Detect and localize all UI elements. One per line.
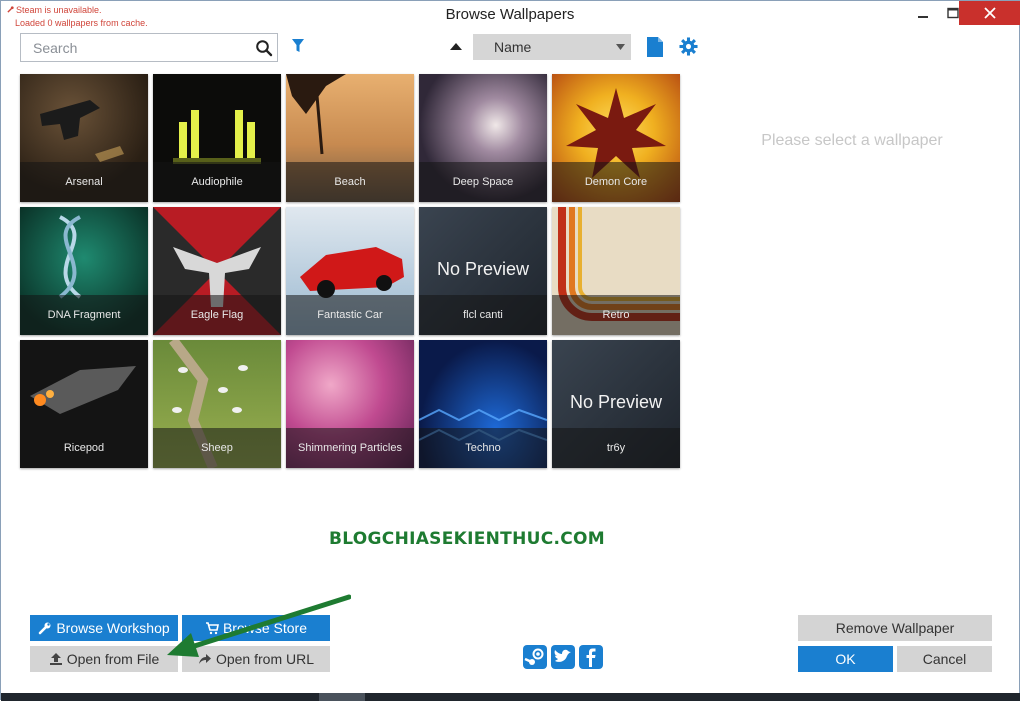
- wallpaper-tile-eagle-flag[interactable]: Eagle Flag: [153, 207, 281, 335]
- wallpaper-title: Deep Space: [419, 162, 547, 202]
- window-title: Browse Wallpapers: [445, 6, 575, 23]
- wallpaper-title: Eagle Flag: [153, 295, 281, 335]
- wallpaper-title: Fantastic Car: [286, 295, 414, 335]
- sort-ascending-icon[interactable]: [449, 41, 463, 51]
- wallpaper-tile-sheep[interactable]: Sheep: [153, 340, 281, 468]
- wrench-icon: [39, 622, 51, 635]
- gear-icon[interactable]: [679, 37, 698, 56]
- browse-store-button[interactable]: Browse Store: [182, 615, 330, 641]
- wallpaper-tile-demon-core[interactable]: Demon Core: [552, 74, 680, 202]
- open-from-file-label: Open from File: [66, 651, 160, 667]
- wallpaper-title: tr6y: [552, 428, 680, 468]
- wallpaper-title: Shimmering Particles: [286, 428, 414, 468]
- chevron-down-icon: [616, 44, 625, 50]
- facebook-icon[interactable]: [579, 645, 603, 669]
- search-box: [20, 33, 278, 62]
- wallpaper-title: Techno: [419, 428, 547, 468]
- wallpaper-tile-flcl-canti[interactable]: No Preview flcl canti: [419, 207, 547, 335]
- wallpaper-tile-tr6y[interactable]: No Preview tr6y: [552, 340, 680, 468]
- wallpaper-tile-beach[interactable]: Beach: [286, 74, 414, 202]
- wallpaper-tile-techno[interactable]: Techno: [419, 340, 547, 468]
- wallpaper-tile-dna-fragment[interactable]: DNA Fragment: [20, 207, 148, 335]
- browse-workshop-label: Browse Workshop: [56, 620, 170, 636]
- wallpaper-title: flcl canti: [419, 295, 547, 335]
- wallpaper-title: Beach: [286, 162, 414, 202]
- open-from-url-label: Open from URL: [215, 651, 315, 667]
- sort-select-value: Name: [494, 39, 532, 55]
- remove-wallpaper-button[interactable]: Remove Wallpaper: [798, 615, 992, 641]
- upload-icon: [49, 653, 62, 665]
- sort-select[interactable]: Name: [473, 34, 631, 60]
- browse-wallpapers-window: Steam is unavailable. Loaded 0 wallpaper…: [0, 0, 1020, 701]
- minimize-icon: [918, 16, 928, 18]
- wallpaper-tile-arsenal[interactable]: Arsenal: [20, 74, 148, 202]
- twitter-icon[interactable]: [551, 645, 575, 669]
- wallpaper-tile-ricepod[interactable]: Ricepod: [20, 340, 148, 468]
- cancel-button[interactable]: Cancel: [897, 646, 992, 672]
- steam-icon[interactable]: [523, 645, 547, 669]
- wallpaper-grid: Arsenal Audiophile Beach Deep Space Demo…: [20, 74, 684, 470]
- filter-icon[interactable]: [291, 38, 305, 54]
- open-from-url-button[interactable]: Open from URL: [182, 646, 330, 672]
- wallpaper-tile-deep-space[interactable]: Deep Space: [419, 74, 547, 202]
- wallpaper-title: Audiophile: [153, 162, 281, 202]
- browse-workshop-button[interactable]: Browse Workshop: [30, 615, 178, 641]
- maximize-icon: [947, 7, 959, 19]
- social-links: [523, 645, 605, 671]
- watermark-text: BLOGCHIASEKIENTHUC.COM: [329, 529, 605, 549]
- search-icon[interactable]: [255, 39, 273, 57]
- empty-selection-message: Please select a wallpaper: [761, 132, 943, 149]
- minimize-button[interactable]: [911, 1, 935, 25]
- new-file-icon[interactable]: [646, 36, 664, 58]
- close-icon: [984, 7, 996, 19]
- wallpaper-tile-shimmering-particles[interactable]: Shimmering Particles: [286, 340, 414, 468]
- wallpaper-tile-audiophile[interactable]: Audiophile: [153, 74, 281, 202]
- wallpaper-tile-fantastic-car[interactable]: Fantastic Car: [286, 207, 414, 335]
- ok-button[interactable]: OK: [798, 646, 893, 672]
- search-input[interactable]: [21, 34, 251, 61]
- open-from-file-button[interactable]: Open from File: [30, 646, 178, 672]
- wallpaper-tile-retro[interactable]: Retro: [552, 207, 680, 335]
- wallpaper-title: Sheep: [153, 428, 281, 468]
- share-arrow-icon: [198, 654, 211, 664]
- wallpaper-title: Arsenal: [20, 162, 148, 202]
- no-preview-label: No Preview: [436, 259, 530, 279]
- close-button[interactable]: [959, 1, 1020, 25]
- wallpaper-title: DNA Fragment: [20, 295, 148, 335]
- no-preview-label: No Preview: [569, 392, 663, 412]
- browse-store-label: Browse Store: [222, 620, 308, 636]
- wallpaper-title: Retro: [552, 295, 680, 335]
- wallpaper-title: Demon Core: [552, 162, 680, 202]
- wallpaper-title: Ricepod: [20, 428, 148, 468]
- cart-icon: [205, 622, 219, 635]
